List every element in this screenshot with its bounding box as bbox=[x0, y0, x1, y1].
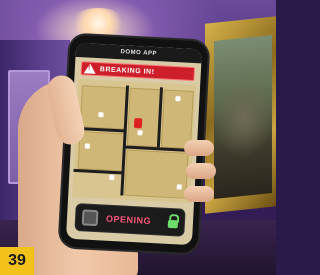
app-header: DOMO APP bbox=[75, 42, 203, 64]
door-status: OPENING bbox=[105, 213, 152, 226]
map-room bbox=[77, 131, 126, 172]
map-door-node bbox=[175, 96, 181, 102]
game-scene: DOMO APP BREAKING IN! bbox=[0, 0, 276, 275]
breakin-alert: BREAKING IN! bbox=[80, 61, 196, 82]
door-toggle-icon[interactable] bbox=[81, 209, 99, 227]
app-title: DOMO APP bbox=[120, 49, 158, 58]
chandelier-light bbox=[70, 8, 126, 38]
padlock-icon[interactable] bbox=[167, 219, 179, 229]
map-door-node bbox=[176, 184, 182, 190]
finger bbox=[186, 163, 216, 179]
warning-icon bbox=[83, 63, 97, 74]
door-control-panel[interactable]: OPENING bbox=[74, 203, 186, 237]
map-room bbox=[79, 85, 128, 130]
alert-text: BREAKING IN! bbox=[99, 65, 155, 76]
map-door-node bbox=[84, 143, 90, 149]
number-badge: 39 bbox=[0, 247, 34, 275]
map-room bbox=[124, 149, 189, 199]
finger bbox=[184, 186, 214, 202]
house-map bbox=[72, 78, 197, 204]
phone-screen: DOMO APP BREAKING IN! bbox=[65, 42, 203, 246]
player-marker-icon bbox=[133, 117, 143, 129]
wall-painting bbox=[214, 34, 272, 200]
map-door-node bbox=[137, 130, 143, 136]
finger bbox=[184, 140, 214, 156]
map-door-node bbox=[109, 174, 115, 181]
map-door-node bbox=[98, 112, 104, 118]
